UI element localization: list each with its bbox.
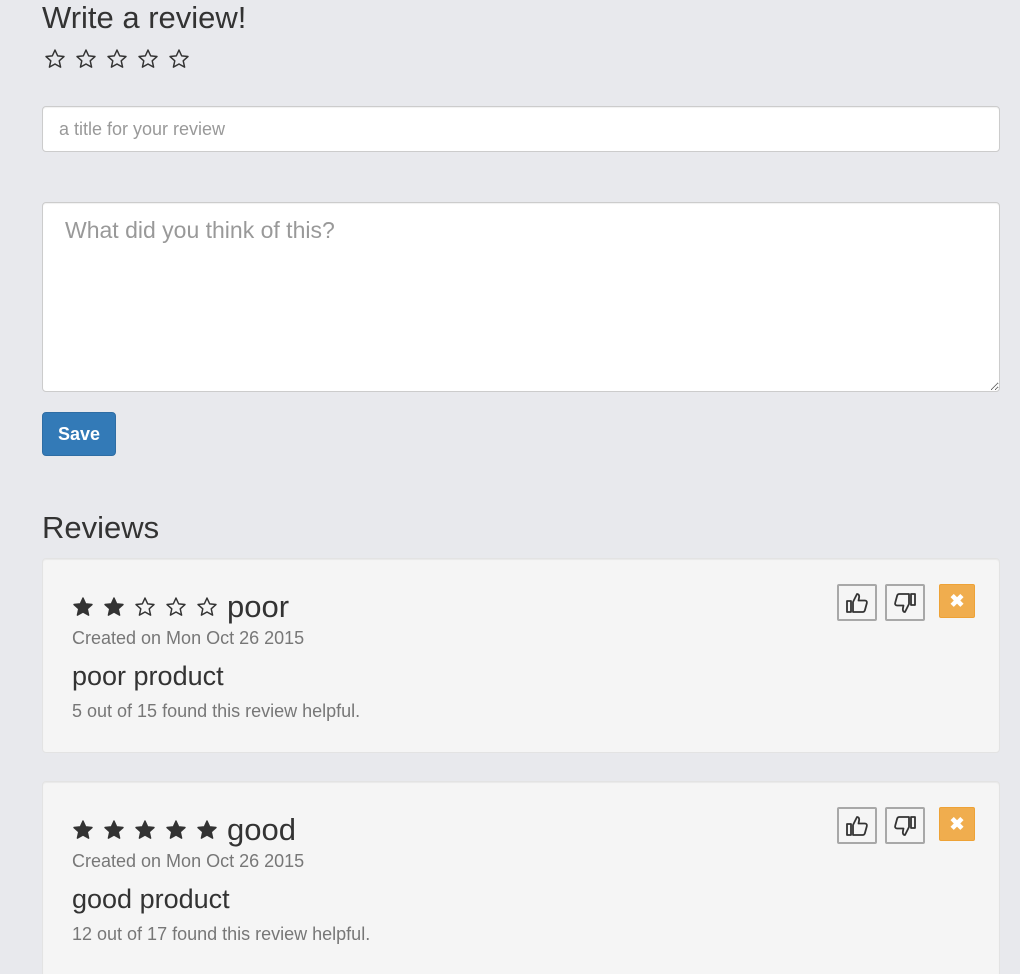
star-empty-icon bbox=[196, 596, 218, 618]
review-body-textarea[interactable] bbox=[42, 202, 1000, 392]
review-rating-stars bbox=[72, 596, 218, 618]
review-helpful-count: 12 out of 17 found this review helpful. bbox=[72, 924, 371, 944]
thumbs-down-icon bbox=[892, 813, 918, 839]
downvote-button[interactable] bbox=[885, 584, 925, 621]
review-title-input[interactable] bbox=[42, 106, 1000, 152]
review-rating-label: good bbox=[227, 812, 296, 847]
review-helpful-count: 5 out of 15 found this review helpful. bbox=[72, 701, 361, 721]
star-input-1[interactable] bbox=[44, 48, 66, 70]
close-icon: ✖ bbox=[949, 590, 965, 611]
write-review-heading: Write a review! bbox=[42, 0, 247, 35]
star-input-3[interactable] bbox=[106, 48, 128, 70]
thumbs-down-icon bbox=[892, 590, 918, 616]
review-page: Write a review! Save Reviews poor Create… bbox=[0, 0, 1020, 974]
delete-review-button[interactable]: ✖ bbox=[939, 584, 975, 618]
review-rating-stars bbox=[72, 819, 218, 841]
review-header: good bbox=[72, 812, 296, 848]
review-rating-label: poor bbox=[227, 589, 290, 624]
reviews-heading: Reviews bbox=[42, 510, 160, 545]
thumbs-up-icon bbox=[844, 813, 870, 839]
star-input-4[interactable] bbox=[137, 48, 159, 70]
upvote-button[interactable] bbox=[837, 807, 877, 844]
review-title: good product bbox=[72, 884, 230, 914]
close-icon: ✖ bbox=[949, 813, 965, 834]
review-title: poor product bbox=[72, 661, 224, 691]
review-header: poor bbox=[72, 589, 289, 625]
star-empty-icon bbox=[165, 596, 187, 618]
star-filled-icon bbox=[72, 819, 94, 841]
star-input-2[interactable] bbox=[75, 48, 97, 70]
review-card: poor Created on Mon Oct 26 2015 poor pro… bbox=[42, 558, 1000, 753]
review-created-date: Created on Mon Oct 26 2015 bbox=[72, 851, 305, 871]
review-card: good Created on Mon Oct 26 2015 good pro… bbox=[42, 781, 1000, 974]
upvote-button[interactable] bbox=[837, 584, 877, 621]
star-filled-icon bbox=[103, 596, 125, 618]
star-filled-icon bbox=[134, 819, 156, 841]
star-filled-icon bbox=[103, 819, 125, 841]
delete-review-button[interactable]: ✖ bbox=[939, 807, 975, 841]
save-button[interactable]: Save bbox=[42, 412, 116, 456]
thumbs-up-icon bbox=[844, 590, 870, 616]
star-filled-icon bbox=[196, 819, 218, 841]
review-actions: ✖ bbox=[837, 584, 975, 621]
star-input-5[interactable] bbox=[168, 48, 190, 70]
star-filled-icon bbox=[165, 819, 187, 841]
review-created-date: Created on Mon Oct 26 2015 bbox=[72, 628, 305, 648]
downvote-button[interactable] bbox=[885, 807, 925, 844]
star-filled-icon bbox=[72, 596, 94, 618]
rating-input[interactable] bbox=[44, 48, 190, 70]
star-empty-icon bbox=[134, 596, 156, 618]
review-actions: ✖ bbox=[837, 807, 975, 844]
